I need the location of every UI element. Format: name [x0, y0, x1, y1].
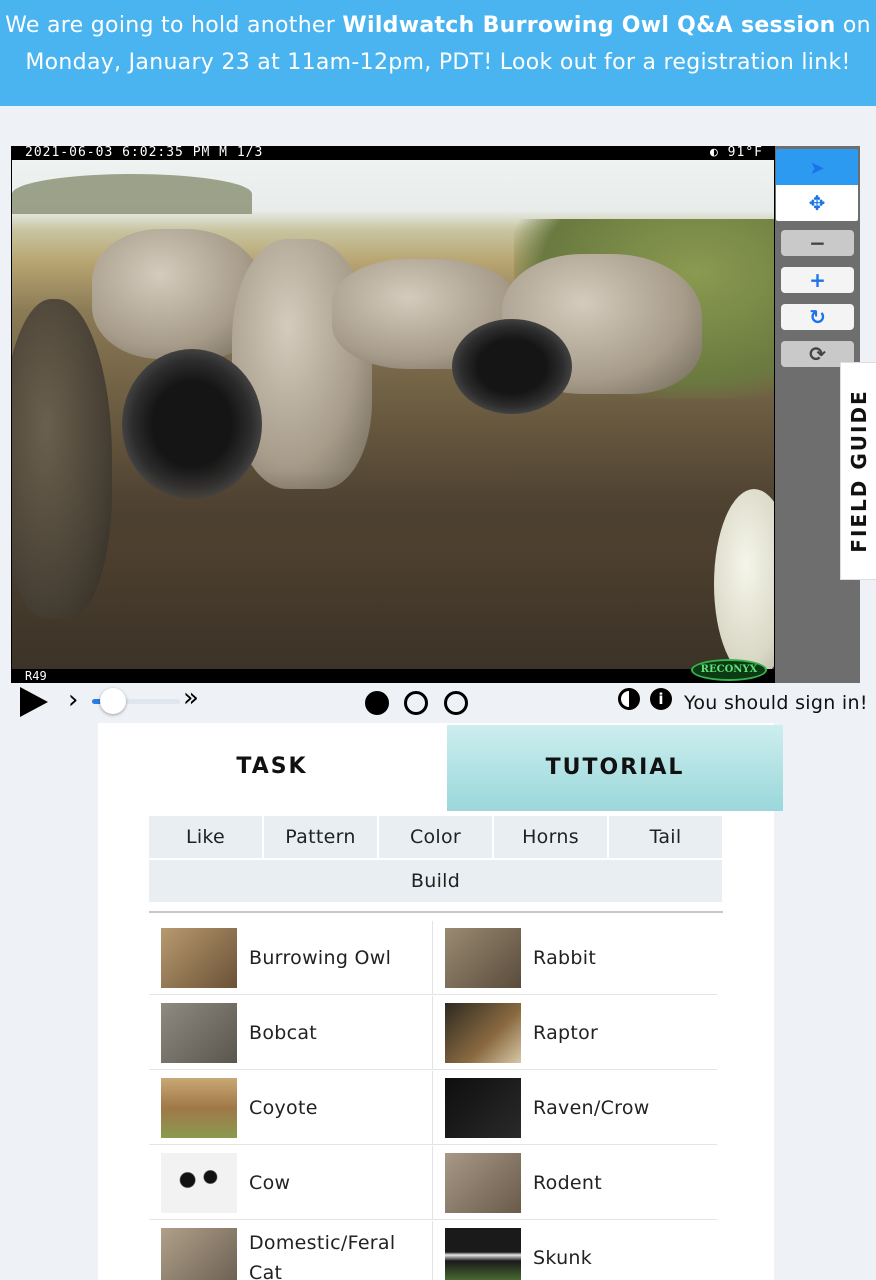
- filter-tail-button[interactable]: Tail: [609, 816, 722, 858]
- sign-in-prompt: You should sign in!: [684, 692, 868, 714]
- camera-temperature: ◐ 91°F: [710, 146, 763, 160]
- camera-id: R49: [25, 669, 47, 683]
- frame-dot-3[interactable]: [444, 691, 468, 715]
- choice-rodent[interactable]: Rodent: [433, 1146, 717, 1220]
- camera-trap-photo: [12, 159, 774, 670]
- choice-bobcat[interactable]: Bobcat: [149, 996, 433, 1070]
- rabbit-thumbnail: [445, 928, 521, 988]
- zoom-out-button[interactable]: −: [781, 230, 854, 256]
- camera-footer-bar: R49: [11, 669, 775, 683]
- choice-cow[interactable]: Cow: [149, 1146, 433, 1220]
- move-tool-button[interactable]: ✥: [776, 185, 858, 221]
- frame-dot-2[interactable]: [404, 691, 428, 715]
- choice-rabbit[interactable]: Rabbit: [433, 921, 717, 995]
- choice-skunk[interactable]: Skunk: [433, 1221, 717, 1280]
- camera-timestamp: 2021-06-03 6:02:35 PM M 1/3: [25, 146, 264, 160]
- slider-knob[interactable]: [100, 688, 126, 714]
- camera-info-bar: 2021-06-03 6:02:35 PM M 1/3 ◐ 91°F: [11, 146, 775, 160]
- filter-row-1: Like Pattern Color Horns Tail: [149, 816, 722, 858]
- choice-domestic-feral-cat[interactable]: Domestic/Feral Cat: [149, 1221, 433, 1280]
- filter-horns-button[interactable]: Horns: [494, 816, 607, 858]
- rodent-thumbnail: [445, 1153, 521, 1213]
- filter-like-button[interactable]: Like: [149, 816, 262, 858]
- filter-color-button[interactable]: Color: [379, 816, 492, 858]
- banner-text-bold: Wildwatch Burrowing Owl Q&A session: [342, 13, 836, 38]
- step-forward-button[interactable]: ›: [68, 685, 78, 715]
- filter-row-2: Build: [149, 860, 722, 902]
- burrowing-owl-thumbnail: [161, 928, 237, 988]
- tab-task[interactable]: TASK: [98, 723, 446, 811]
- raven-thumbnail: [445, 1078, 521, 1138]
- choice-label: Skunk: [533, 1247, 593, 1269]
- raptor-thumbnail: [445, 1003, 521, 1063]
- coyote-thumbnail: [161, 1078, 237, 1138]
- field-guide-tab[interactable]: FIELD GUIDE: [840, 362, 876, 580]
- choice-raptor[interactable]: Raptor: [433, 996, 717, 1070]
- pointer-tool-button[interactable]: ➤: [776, 149, 858, 185]
- choice-raven-crow[interactable]: Raven/Crow: [433, 1071, 717, 1145]
- move-icon: ✥: [808, 191, 826, 215]
- zoom-in-button[interactable]: +: [781, 267, 854, 293]
- rotate-icon: ↻: [809, 305, 826, 329]
- choice-label: Bobcat: [249, 1022, 318, 1044]
- play-button[interactable]: [20, 687, 48, 717]
- cat-thumbnail: [161, 1228, 237, 1280]
- info-icon[interactable]: i: [650, 688, 672, 710]
- camera-brand-logo: RECONYX: [691, 659, 767, 681]
- minus-icon: −: [809, 231, 826, 255]
- choice-label: Raven/Crow: [533, 1097, 650, 1119]
- classification-panel: TASK TUTORIAL Like Pattern Color Horns T…: [98, 723, 783, 1280]
- owl-subject-left: [12, 299, 112, 619]
- frame-slider[interactable]: [92, 688, 180, 714]
- choice-label: Cow: [249, 1172, 291, 1194]
- filter-build-button[interactable]: Build: [149, 860, 722, 902]
- playback-controls: › » i You should sign in!: [0, 683, 876, 723]
- fast-forward-button[interactable]: »: [183, 683, 199, 713]
- field-guide-label: FIELD GUIDE: [846, 389, 871, 553]
- frame-dot-1[interactable]: [365, 691, 389, 715]
- bobcat-thumbnail: [161, 1003, 237, 1063]
- choice-label: Rabbit: [533, 947, 597, 969]
- pointer-icon: ➤: [809, 158, 825, 179]
- characteristic-filters: Like Pattern Color Horns Tail Build: [149, 816, 722, 904]
- tab-tutorial[interactable]: TUTORIAL: [447, 725, 783, 811]
- plus-icon: +: [809, 268, 826, 292]
- filter-pattern-button[interactable]: Pattern: [264, 816, 377, 858]
- choice-label: Raptor: [533, 1022, 599, 1044]
- choice-label: Coyote: [249, 1097, 318, 1119]
- choice-burrowing-owl[interactable]: Burrowing Owl: [149, 921, 433, 995]
- choice-label: Rodent: [533, 1172, 603, 1194]
- announcement-banner: We are going to hold another Wildwatch B…: [0, 0, 876, 106]
- choice-coyote[interactable]: Coyote: [149, 1071, 433, 1145]
- banner-text-pre: We are going to hold another: [5, 13, 343, 38]
- choice-label: Domestic/Feral Cat: [249, 1232, 396, 1280]
- task-tabs: TASK TUTORIAL: [98, 723, 783, 811]
- invert-colors-icon[interactable]: [618, 688, 640, 710]
- subject-image-viewer[interactable]: 2021-06-03 6:02:35 PM M 1/3 ◐ 91°F R49 R…: [11, 146, 775, 683]
- skunk-thumbnail: [445, 1228, 521, 1280]
- filters-divider: [149, 911, 723, 913]
- cow-thumbnail: [161, 1153, 237, 1213]
- rotate-button[interactable]: ↻: [781, 304, 854, 330]
- reset-icon: ⟳: [809, 342, 826, 366]
- choice-label: Burrowing Owl: [249, 947, 392, 969]
